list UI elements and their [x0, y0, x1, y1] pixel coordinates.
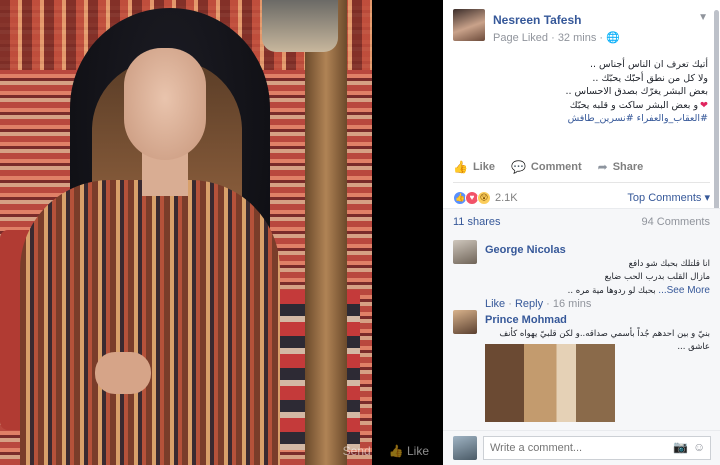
photo-lightbox: Send 👍 Like Nesreen Tafesh Page Liked · … — [0, 0, 720, 465]
post-photo[interactable] — [0, 0, 372, 465]
chevron-down-icon[interactable]: ▼ — [698, 12, 708, 23]
comment-body: انا قلتلك بحبك شو دافع مازال القلب بدرب … — [485, 258, 710, 298]
striped-robe — [20, 180, 280, 465]
like-label: Like — [472, 161, 495, 173]
reactions-bar: 👍 ♥ 😮 2.1K Top Comments ▾ — [453, 182, 710, 208]
comment-label: Comment — [530, 161, 582, 173]
comment-composer: 📷 ☺ — [443, 430, 720, 465]
comment-line: مازال القلب بدرب الحب ضايع — [604, 272, 710, 282]
post-line: أتيك تعرف ان الناس أجناس .. — [590, 59, 708, 70]
comment-line: See More... بحبك لو ردوها مية مره .. — [485, 284, 710, 298]
comment-meta: Like · Reply · 16 mins — [485, 298, 592, 310]
photo-footer: Send 👍 Like — [0, 437, 443, 465]
comment-item: Prince Mohmad بنيّ و بين احدهم جُداً بأس… — [453, 310, 710, 430]
emoji-icon[interactable]: ☺ — [693, 440, 705, 454]
shares-row: 11 shares 94 Comments — [443, 208, 720, 234]
post-line: ولا كل من نطق أحبّك يحبّك .. — [592, 72, 708, 84]
comment-reply-link[interactable]: Reply — [515, 298, 543, 310]
commenter-avatar[interactable] — [453, 310, 477, 334]
caret-down-icon: ▾ — [704, 192, 710, 204]
see-more-link[interactable]: See More... — [658, 285, 710, 296]
share-arrow-icon: ➦ — [597, 160, 608, 174]
commenter-name[interactable]: Prince Mohmad — [485, 314, 567, 326]
comment-icon: 💬 — [510, 160, 526, 174]
comment-like-link[interactable]: Like — [485, 298, 505, 310]
comment-line: انا قلتلك بحبك شو دافع — [628, 259, 710, 269]
post-actions: 👍 Like 💬 Comment ➦ Share — [453, 154, 708, 180]
post-meta: Page Liked · 32 mins · 🌐 — [493, 31, 620, 44]
commenter-avatar[interactable] — [453, 240, 477, 264]
camera-icon[interactable]: 📷 — [673, 440, 688, 454]
send-link[interactable]: Send — [343, 444, 371, 458]
thumbs-up-icon: 👍 — [388, 444, 407, 458]
post-line: ❤و بعض البشر ساكت و قلبه يحبّك — [453, 99, 708, 113]
user-avatar — [453, 436, 477, 460]
post-hashtags[interactable]: #العقاب_والعفراء #نسرين_طافش — [453, 112, 708, 126]
like-link-label: Like — [406, 444, 429, 458]
hands — [95, 352, 151, 394]
comment-count[interactable]: 94 Comments — [642, 216, 710, 228]
comment-photo[interactable] — [485, 344, 615, 422]
post-line-text: و بعض البشر ساكت و قلبه يحبّك — [569, 99, 699, 111]
like-button[interactable]: 👍 Like — [453, 160, 495, 174]
post-line: بعض البشر يغرّك بصدق الاحساس .. — [565, 86, 708, 97]
post-text: أتيك تعرف ان الناس أجناس .. ولا كل من نط… — [453, 58, 708, 126]
share-button[interactable]: ➦ Share — [598, 160, 644, 174]
share-label: Share — [612, 161, 644, 173]
thumbs-up-icon: 👍 — [453, 160, 468, 174]
shares-link[interactable]: 11 shares — [453, 216, 501, 228]
comments-list: George Nicolas انا قلتلك بحبك شو دافع ما… — [443, 234, 720, 430]
post-side-panel: Nesreen Tafesh Page Liked · 32 mins · 🌐 … — [443, 0, 720, 465]
comment-line-text: بحبك لو ردوها مية مره .. — [567, 286, 656, 296]
top-comments-label: Top Comments — [627, 192, 702, 204]
post-meta-text: Page Liked · 32 mins · — [493, 32, 604, 44]
page-avatar[interactable] — [453, 9, 485, 41]
wooden-pole — [305, 0, 347, 465]
top-comments-dropdown[interactable]: Top Comments ▾ — [627, 191, 710, 204]
globe-icon: 🌐 — [606, 32, 620, 44]
comment-button[interactable]: 💬 Comment — [511, 160, 582, 174]
reaction-count[interactable]: 2.1K — [495, 192, 518, 204]
like-link[interactable]: 👍 Like — [389, 444, 429, 458]
page-name[interactable]: Nesreen Tafesh — [493, 13, 581, 27]
comment-item: George Nicolas انا قلتلك بحبك شو دافع ما… — [453, 240, 710, 312]
comment-time: 16 mins — [552, 298, 592, 310]
wow-reaction-icon: 😮 — [477, 190, 491, 205]
face — [124, 48, 206, 160]
post-header: Nesreen Tafesh Page Liked · 32 mins · 🌐 … — [443, 0, 720, 50]
commenter-name[interactable]: George Nicolas — [485, 244, 566, 256]
heart-icon: ❤ — [700, 99, 708, 111]
brass-lantern — [262, 0, 338, 52]
